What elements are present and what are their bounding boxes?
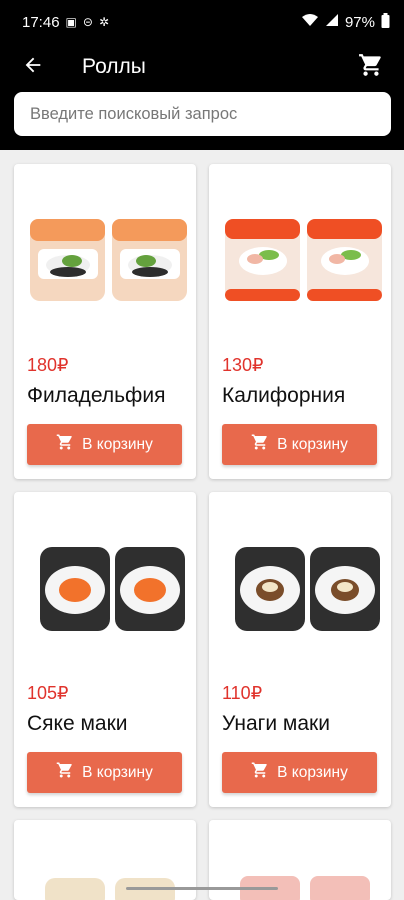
add-to-cart-label: В корзину [82,763,153,781]
product-name: Филадельфия [27,384,166,407]
product-card[interactable]: 180₽ Филадельфия В корзину [14,164,196,479]
add-to-cart-button[interactable]: В корзину [222,424,377,465]
add-to-cart-button[interactable]: В корзину [222,752,377,793]
battery-percent: 97% [344,13,375,31]
product-card[interactable]: 130₽ Калифорния В корзину [209,164,391,479]
back-button[interactable] [18,52,48,82]
status-time: 17:46 [22,13,60,31]
cart-icon [358,52,384,83]
product-image-philadelphia [14,164,196,344]
product-name: Унаги маки [222,712,330,735]
cart-icon [251,433,269,456]
cart-icon [56,761,74,784]
product-image-syake-maki [14,492,196,672]
cart-button[interactable] [354,50,388,84]
arrow-back-icon [22,54,44,81]
product-name: Сяке маки [27,712,128,735]
product-image-unagi-maki [209,492,391,672]
image-notification-icon: ▣ [65,15,77,29]
cart-icon [56,433,74,456]
add-to-cart-button[interactable]: В корзину [27,424,182,465]
home-indicator[interactable] [126,887,278,890]
add-to-cart-button[interactable]: В корзину [27,752,182,793]
search-box[interactable] [14,92,391,136]
product-name: Калифорния [222,384,346,407]
product-card[interactable]: 105₽ Сяке маки В корзину [14,492,196,807]
product-price: 130₽ [222,355,264,375]
product-price: 110₽ [222,683,263,703]
status-bar: 17:46 ▣ ⊝ ✲ 97% [0,0,404,44]
cart-icon [251,761,269,784]
battery-icon [381,12,390,32]
add-to-cart-label: В корзину [82,435,153,453]
settings-notification-icon: ✲ [98,15,110,29]
status-left: 17:46 ▣ ⊝ ✲ [22,14,109,31]
product-price: 105₽ [27,683,69,703]
signal-icon [325,13,339,31]
product-card[interactable]: 110₽ Унаги маки В корзину [209,492,391,807]
search-input[interactable] [28,103,377,125]
add-to-cart-label: В корзину [277,763,348,781]
product-image-california [209,164,391,344]
status-right: 97% [301,12,390,32]
message-notification-icon: ⊝ [82,15,93,29]
page-title: Роллы [82,55,146,78]
product-price: 180₽ [27,355,69,375]
app-bar: Роллы [0,44,404,150]
add-to-cart-label: В корзину [277,435,348,453]
wifi-icon [301,13,319,31]
